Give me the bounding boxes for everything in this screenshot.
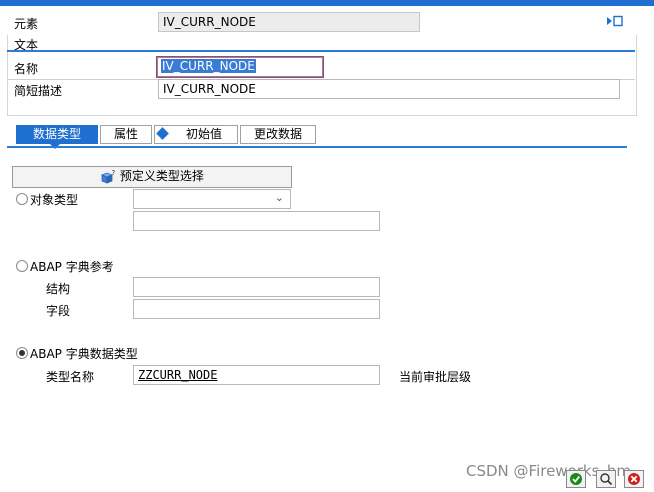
element-label: 元素: [14, 17, 39, 31]
tab-change-data[interactable]: 更改数据: [240, 125, 316, 144]
object-type-radio[interactable]: [16, 193, 28, 205]
close-icon: [627, 473, 641, 489]
approval-level-label: 当前审批层级: [399, 370, 472, 384]
diamond-icon: [156, 127, 169, 140]
name-label: 名称: [14, 62, 39, 76]
structure-label: 结构: [46, 282, 71, 296]
cancel-button[interactable]: [624, 470, 644, 488]
cube-question-icon: ?: [100, 169, 116, 184]
tab-initial-value[interactable]: 初始值: [154, 125, 238, 144]
magnifier-icon: [599, 473, 613, 489]
short-desc-label: 简短描述: [14, 84, 63, 98]
predefined-type-button[interactable]: ? 预定义类型选择: [12, 166, 292, 188]
name-input-value: IV_CURR_NODE: [161, 59, 256, 73]
window-top-bar: [0, 0, 654, 6]
type-name-label: 类型名称: [46, 370, 95, 384]
element-field: IV_CURR_NODE: [158, 12, 420, 32]
chevron-down-icon: ⌄: [274, 191, 284, 204]
object-type-dropdown[interactable]: ⌄: [133, 189, 291, 209]
short-desc-input[interactable]: IV_CURR_NODE: [158, 79, 620, 99]
object-type-label: 对象类型: [30, 193, 79, 207]
tab-strip-underline: [7, 146, 627, 148]
tab-attributes[interactable]: 属性: [100, 125, 152, 144]
name-input[interactable]: IV_CURR_NODE: [156, 56, 324, 78]
abap-dict-type-label: ABAP 字典数据类型: [30, 347, 138, 361]
type-name-input[interactable]: ZZCURR_NODE: [133, 365, 380, 385]
object-type-desc-field: [133, 211, 380, 231]
field-input[interactable]: [133, 299, 380, 319]
abap-dict-ref-radio[interactable]: [16, 260, 28, 272]
confirm-button[interactable]: [566, 470, 586, 488]
structure-input[interactable]: [133, 277, 380, 297]
tab-data-type[interactable]: 数据类型: [16, 125, 98, 144]
abap-dict-type-radio[interactable]: [16, 347, 28, 359]
expand-icon[interactable]: [606, 14, 624, 28]
search-help-button[interactable]: [596, 470, 616, 488]
abap-dict-ref-label: ABAP 字典参考: [30, 260, 114, 274]
text-section-divider: [7, 50, 635, 52]
field-label: 字段: [46, 304, 71, 318]
tab-initial-value-label: 初始值: [185, 127, 222, 141]
predefined-type-label: 预定义类型选择: [119, 169, 204, 183]
svg-text:?: ?: [112, 170, 116, 177]
check-icon: [569, 473, 583, 489]
